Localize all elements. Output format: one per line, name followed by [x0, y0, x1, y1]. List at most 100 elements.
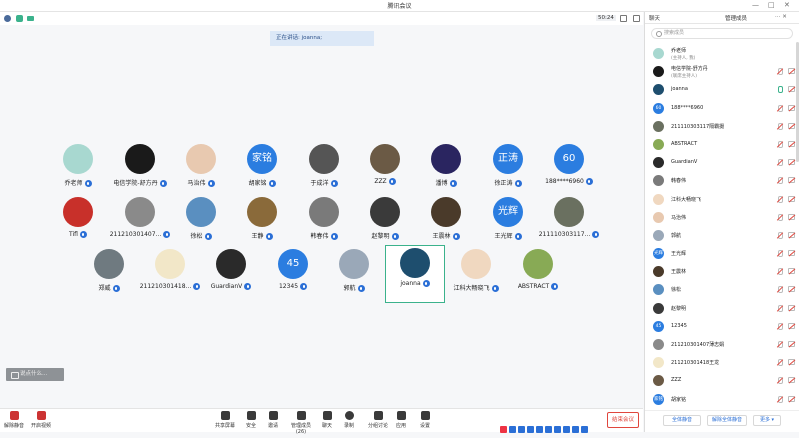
unmute-button[interactable]: 解除静音	[2, 411, 26, 429]
participant-tile[interactable]: 王静	[232, 193, 292, 251]
member-video-icon[interactable]	[788, 159, 795, 166]
member-row[interactable]: 乔老师 (主持人, 我)	[645, 45, 799, 63]
participant-tile[interactable]: 211210301418...	[140, 245, 201, 303]
member-row[interactable]: 家铭 胡家铭	[645, 391, 799, 409]
tab-chat[interactable]: 聊天	[649, 14, 660, 22]
member-video-icon[interactable]	[788, 213, 795, 220]
participant-tile[interactable]: 211210301407...	[110, 193, 171, 251]
mute-all-button[interactable]: 全体静音	[663, 415, 701, 426]
video-button[interactable]: 开启视频	[29, 411, 53, 429]
more-icon[interactable]: ⋯ ✕	[775, 14, 787, 20]
member-mic-icon[interactable]	[776, 395, 783, 404]
layout-icon[interactable]	[633, 15, 640, 22]
member-mic-icon[interactable]	[776, 377, 783, 385]
security-button[interactable]: 安全	[239, 411, 263, 429]
member-mic-icon[interactable]	[776, 68, 783, 76]
member-mic-icon[interactable]	[776, 304, 783, 313]
member-mic-icon[interactable]	[776, 104, 783, 113]
member-video-icon[interactable]	[788, 359, 795, 366]
member-row[interactable]: 电信学院-舒方丹 (联席主持人)	[645, 63, 799, 81]
member-video-icon[interactable]	[788, 177, 795, 184]
member-video-icon[interactable]	[788, 304, 795, 311]
member-row[interactable]: 45 12345	[645, 318, 799, 336]
member-row[interactable]: 郭航	[645, 227, 799, 245]
participant-tile[interactable]: 于成洋	[294, 140, 354, 198]
member-mic-icon[interactable]	[776, 159, 783, 167]
participant-tile[interactable]: 潘博	[416, 140, 476, 198]
member-row[interactable]: 王震林	[645, 263, 799, 281]
member-video-icon[interactable]	[788, 322, 795, 329]
participant-tile[interactable]: 马治伟	[171, 140, 231, 198]
participant-tile[interactable]: 江科大畅晓飞	[446, 245, 506, 303]
member-row[interactable]: joanna	[645, 81, 799, 99]
fullscreen-icon[interactable]	[620, 15, 627, 22]
end-meeting-button[interactable]: 结束会议	[607, 412, 639, 428]
participant-tile[interactable]: 郭航	[324, 245, 384, 303]
participant-tile[interactable]: ZZZ	[355, 140, 415, 198]
participant-tile[interactable]: Tifl	[48, 193, 108, 251]
member-row[interactable]: 60 188****6960	[645, 100, 799, 118]
participant-tile[interactable]: 赵黎明	[355, 193, 415, 251]
member-row[interactable]: GuardianV	[645, 154, 799, 172]
member-row[interactable]: 211210301418王龙	[645, 354, 799, 372]
participant-tile[interactable]: 徐松	[171, 193, 231, 251]
member-video-icon[interactable]	[788, 377, 795, 384]
participant-tile[interactable]: 211110303117...	[539, 193, 600, 251]
member-mic-icon[interactable]	[776, 359, 783, 367]
member-video-icon[interactable]	[788, 104, 795, 111]
settings-button[interactable]: 设置	[413, 411, 437, 429]
participant-tile[interactable]: 王震林	[416, 193, 476, 251]
member-mic-icon[interactable]	[776, 140, 783, 149]
participant-tile[interactable]: 60 188****6960	[539, 140, 599, 198]
participant-tile[interactable]: 韩春伟	[294, 193, 354, 251]
manage-members-button[interactable]: 管理成员(26)	[286, 411, 316, 435]
close-icon[interactable]: ✕	[784, 1, 790, 9]
member-video-icon[interactable]	[788, 68, 795, 75]
member-mic-icon[interactable]	[776, 322, 783, 331]
member-mic-icon[interactable]	[776, 177, 783, 185]
member-row[interactable]: 马治伟	[645, 209, 799, 227]
participant-tile[interactable]: 家铭 胡家铭	[232, 140, 292, 198]
member-mic-icon[interactable]	[776, 286, 783, 294]
maximize-icon[interactable]: □	[768, 1, 775, 9]
member-row[interactable]: 赵黎明	[645, 300, 799, 318]
member-mic-icon[interactable]	[776, 122, 783, 131]
tab-members[interactable]: 管理成员	[725, 14, 747, 22]
participant-tile[interactable]: GuardianV	[201, 245, 261, 303]
shield-icon[interactable]	[16, 15, 23, 22]
minimize-icon[interactable]: —	[752, 1, 759, 9]
more-button[interactable]: 更多 ▾	[753, 415, 781, 426]
member-video-icon[interactable]	[788, 86, 795, 93]
participant-tile[interactable]: 郑威	[79, 245, 139, 303]
member-mic-icon[interactable]	[776, 250, 783, 258]
member-mic-icon[interactable]	[776, 341, 783, 349]
member-video-icon[interactable]	[788, 122, 795, 129]
member-row[interactable]: 韩春伟	[645, 172, 799, 190]
participant-tile[interactable]: 光辉 王光辉	[478, 193, 538, 251]
member-video-icon[interactable]	[788, 140, 795, 147]
member-mic-icon[interactable]	[776, 86, 783, 94]
member-row[interactable]: 徐松	[645, 281, 799, 299]
unmute-all-button[interactable]: 解除全体静音	[707, 415, 747, 426]
member-video-icon[interactable]	[788, 250, 795, 257]
member-video-icon[interactable]	[788, 286, 795, 293]
apps-button[interactable]: 应用	[389, 411, 413, 429]
member-row[interactable]: 江科大畅晓飞	[645, 191, 799, 209]
member-search-input[interactable]: 搜索成员	[651, 28, 793, 39]
member-mic-icon[interactable]	[776, 195, 783, 204]
participant-tile[interactable]: 乔老师	[48, 140, 108, 198]
chat-button[interactable]: 聊天	[315, 411, 339, 429]
breakout-button[interactable]: 分组讨论	[364, 411, 392, 429]
participant-tile[interactable]: 45 12345	[263, 245, 323, 303]
member-video-icon[interactable]	[788, 395, 795, 402]
participant-tile[interactable]: joanna	[385, 245, 445, 303]
participant-tile[interactable]: 电信学院-舒方丹	[110, 140, 170, 198]
member-row[interactable]: 211110303117隔霸摄	[645, 118, 799, 136]
member-video-icon[interactable]	[788, 341, 795, 347]
participant-tile[interactable]: 正涛 徐正涛	[478, 140, 538, 198]
share-screen-button[interactable]: 共享屏幕	[213, 411, 237, 429]
member-video-icon[interactable]	[788, 195, 795, 202]
member-mic-icon[interactable]	[776, 231, 783, 240]
record-button[interactable]: 录制	[337, 411, 361, 429]
member-row[interactable]: ZZZ	[645, 372, 799, 390]
